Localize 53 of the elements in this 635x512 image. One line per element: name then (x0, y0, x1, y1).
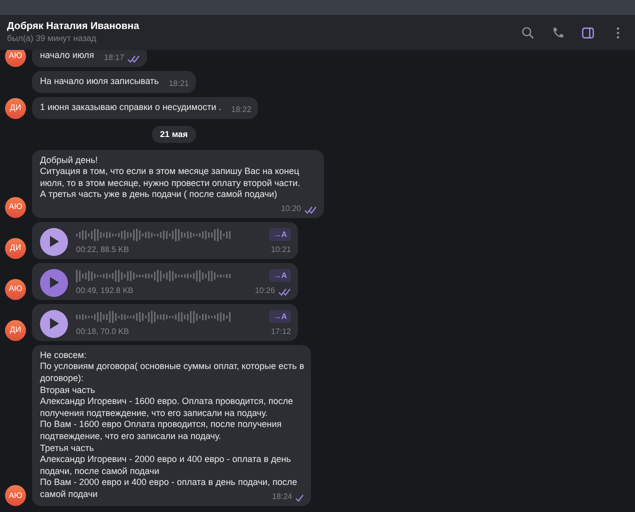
sidebar-icon[interactable] (581, 26, 595, 40)
voice-info: 00:18, 70.0 KB (76, 326, 129, 337)
message-text: По Вам - 2000 евро и 400 евро - оплата в день подачи, после (40, 477, 298, 489)
message-time: 18:24 (272, 492, 292, 502)
message-text: На начало июля записывать (40, 76, 159, 88)
voice-info: 00:49, 192.8 KB (76, 286, 134, 296)
message-text: Александр Игоревич - 2000 евро и 400 евро - оплата в день (40, 454, 292, 466)
transcribe-button[interactable]: →A (269, 310, 291, 324)
message-text: подтвеждение, что его записали на подачу. (40, 431, 222, 443)
avatar: ДИ (5, 98, 26, 119)
play-button[interactable] (40, 268, 68, 297)
message-time: 10:21 (270, 244, 291, 255)
message-time: 18:17 (104, 52, 124, 63)
avatar: ДИ (5, 320, 26, 341)
message-text: июля, то в этом месяце, нужно провести оплату второй части. (40, 178, 302, 190)
last-seen-status: был(а) 39 минут назад (7, 33, 98, 44)
message-time: 18:22 (231, 104, 252, 115)
play-icon (48, 235, 60, 248)
date-separator: 21 мая (152, 126, 196, 142)
message-text: Александр Игоревич - 1600 евро. Оплата проводится, после (40, 396, 294, 408)
phone-icon[interactable] (551, 26, 565, 40)
transcribe-button[interactable]: →A (269, 269, 291, 282)
play-button[interactable] (40, 228, 68, 256)
message-text: Не совсем: (40, 350, 88, 362)
message-text: Добрый день! (40, 154, 99, 166)
play-icon (48, 317, 60, 330)
message-text: Третья часть (40, 442, 95, 454)
message-text: Ситуация в том, что если в этом месяце запишу Вас на конец (40, 166, 300, 178)
message-time: 18:21 (168, 78, 189, 89)
message-text: получения подтвеждение, что его записали на подачу. (40, 408, 269, 420)
avatar: АЮ (5, 485, 26, 506)
message-time: 10:20 (280, 204, 301, 214)
message-text: А третья часть уже в день подачи ( после самой подачи) (40, 189, 278, 201)
message-text: начало июля (40, 50, 94, 62)
message-text: договоре): (40, 373, 85, 385)
play-icon (48, 276, 60, 290)
message-text: Вторая часть (40, 384, 96, 396)
message-text: По условиям договора( основные суммы оплат, которые есть в (40, 361, 304, 374)
search-icon[interactable] (521, 26, 535, 40)
message-text: подачи, после самой подачи (40, 466, 160, 478)
message-time: 10:26 (254, 286, 275, 296)
message-text: самой подачи (40, 489, 98, 501)
message-time: 17:12 (270, 326, 291, 337)
chat-title: Добряк Наталия Ивановна (7, 21, 140, 33)
voice-info: 00:22, 88.5 KB (76, 244, 129, 255)
message-text: 1 июня заказываю справки о несудимости . (40, 102, 222, 114)
message-text: По Вам - 1600 евро Оплата проводится, после получения (40, 419, 283, 432)
transcribe-button[interactable]: →A (269, 228, 291, 242)
play-button[interactable] (40, 310, 68, 338)
avatar: АЮ (5, 50, 26, 67)
avatar: АЮ (5, 196, 26, 218)
avatar: АЮ (5, 278, 26, 300)
avatar: ДИ (5, 238, 26, 259)
